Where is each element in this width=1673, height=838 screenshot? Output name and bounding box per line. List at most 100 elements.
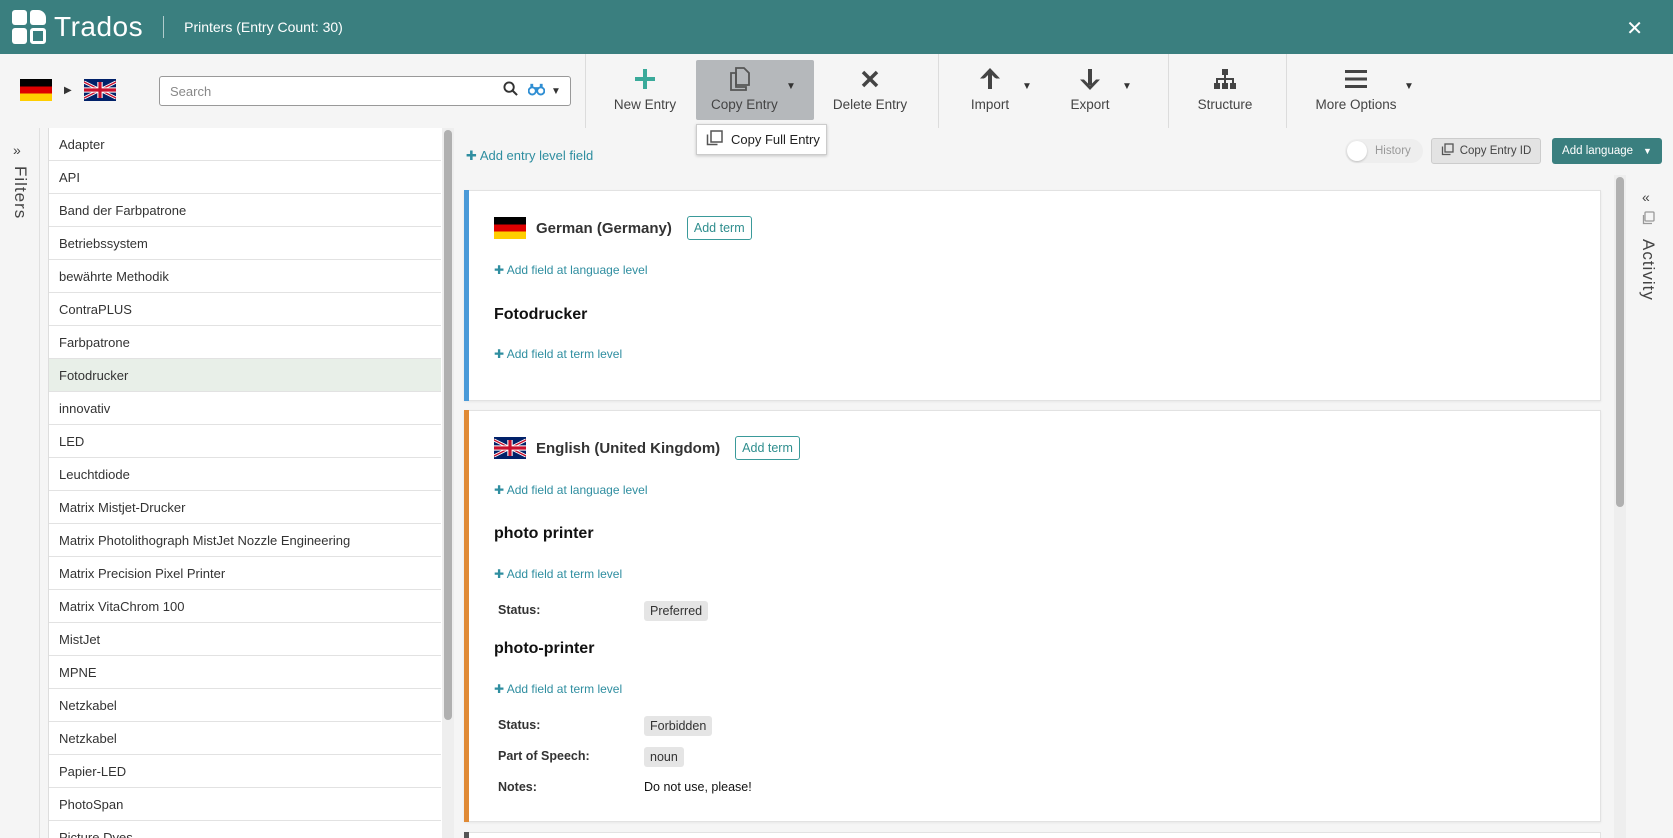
import-caret-icon[interactable]: ▼ [1022,81,1032,92]
binoculars-icon[interactable] [526,83,546,99]
header-divider [163,16,165,38]
delete-entry-button[interactable]: Delete Entry [826,60,914,120]
term-title: Fotodrucker [494,306,588,323]
list-item[interactable]: Picture Dyes [49,821,441,838]
list-item-selected[interactable]: Fotodrucker [49,359,441,392]
status-badge: Forbidden [644,716,713,736]
list-item[interactable]: Band der Farbpatrone [49,194,441,227]
card-accent [464,190,469,401]
copy-entry-id-button[interactable]: Copy Entry ID [1431,138,1541,164]
filters-panel[interactable]: » Filters [0,128,40,838]
notes-label: Notes: [498,780,537,794]
list-item[interactable]: innovativ [49,392,441,425]
list-item[interactable]: MistJet [49,623,441,656]
list-item[interactable]: Matrix VitaChrom 100 [49,590,441,623]
list-item[interactable]: Matrix Photolithograph MistJet Nozzle En… [49,524,441,557]
list-item[interactable]: LED [49,425,441,458]
status-label: Status: [498,603,541,617]
part-of-speech-label: Part of Speech: [498,749,590,763]
add-field-term-level-link[interactable]: ✚ Add field at term level [494,567,622,581]
import-button[interactable]: Import [960,60,1020,120]
list-item[interactable]: Betriebssystem [49,227,441,260]
search-icon[interactable] [500,81,520,101]
new-entry-button[interactable]: New Entry [607,60,683,120]
list-item[interactable]: API [49,161,441,194]
status-badge: Preferred [644,601,709,621]
double-chevron-left-icon[interactable]: « [1642,189,1650,205]
add-entry-level-field-link[interactable]: ✚ Add entry level field [466,148,593,164]
copy-entry-button[interactable]: Copy Entry [696,60,814,120]
search-input[interactable] [170,83,500,99]
filters-label: Filters [11,166,30,220]
app-header: Trados Printers (Entry Count: 30) ✕ [0,0,1673,54]
list-item[interactable]: Matrix Precision Pixel Printer [49,557,441,590]
list-item[interactable]: MPNE [49,656,441,689]
add-field-term-level-link[interactable]: ✚ Add field at term level [494,682,622,696]
uk-flag-icon [83,79,116,101]
import-label: Import [970,97,1010,112]
toolbar-divider [1286,54,1287,128]
link-label: Add field at term level [506,347,623,361]
uk-flag-icon [494,437,526,459]
list-item[interactable]: Adapter [49,128,441,161]
entry-list-scrollbar[interactable] [442,128,454,838]
termbase-title: Printers (Entry Count: 30) [184,19,343,35]
german-flag-icon [20,79,52,101]
english-language-card: English (United Kingdom) Add term ✚ Add … [464,410,1601,822]
plus-icon: ✚ [494,263,505,277]
language-pair-selector[interactable]: ▶ [20,79,116,101]
arrow-down-icon [1079,65,1101,93]
detail-scrollbar[interactable] [1614,175,1626,838]
list-item[interactable]: Papier-LED [49,755,441,788]
copy-entry-caret-icon[interactable]: ▼ [786,81,796,92]
delete-x-icon [861,65,879,93]
activity-panel[interactable]: « Activity [1626,175,1673,838]
search-options-caret-icon[interactable]: ▼ [546,86,566,97]
toolbar-divider [585,54,586,128]
add-entry-level-field-label: Add entry level field [479,148,594,163]
list-item[interactable]: Matrix Mistjet-Drucker [49,491,441,524]
german-flag-icon [494,217,526,239]
arrow-right-icon: ▶ [64,84,72,96]
more-options-button[interactable]: More Options [1308,60,1404,120]
add-term-button[interactable]: Add term [735,436,800,460]
copy-icon [1441,143,1454,159]
close-icon[interactable]: ✕ [1626,16,1643,41]
list-item[interactable]: Netzkabel [49,689,441,722]
history-toggle[interactable]: History [1345,139,1423,163]
add-term-button[interactable]: Add term [686,216,752,240]
scrollbar-thumb[interactable] [444,130,452,720]
add-field-language-level-link[interactable]: ✚ Add field at language level [494,483,648,497]
app-name: Trados [54,11,144,42]
term-title: photo-printer [494,640,595,657]
more-options-caret-icon[interactable]: ▼ [1404,81,1414,92]
plus-icon [634,65,656,93]
part-of-speech-badge: noun [644,747,684,767]
add-language-button[interactable]: Add language ▼ [1552,138,1662,164]
add-language-label: Add language [1562,145,1634,157]
list-item[interactable]: bewährte Methodik [49,260,441,293]
caret-down-icon: ▼ [1643,146,1652,156]
export-button[interactable]: Export [1060,60,1120,120]
list-item[interactable]: PhotoSpan [49,788,441,821]
export-caret-icon[interactable]: ▼ [1122,81,1132,92]
hierarchy-icon [1213,65,1237,93]
new-entry-label: New Entry [613,97,677,112]
arrow-up-icon [979,65,1001,93]
list-item[interactable]: Leuchtdiode [49,458,441,491]
list-item[interactable]: ContraPLUS [49,293,441,326]
double-chevron-right-icon[interactable]: » [13,142,21,158]
more-options-label: More Options [1315,97,1397,112]
add-field-language-level-link[interactable]: ✚ Add field at language level [494,263,648,277]
structure-button[interactable]: Structure [1190,60,1260,120]
toggle-knob [1347,141,1367,161]
plus-icon: ✚ [466,148,477,163]
status-label: Status: [498,718,541,732]
list-item[interactable]: Netzkabel [49,722,441,755]
card-header: German (Germany) Add term [494,216,752,240]
scrollbar-thumb[interactable] [1616,177,1624,507]
toolbar-divider [938,54,939,128]
list-item[interactable]: Farbpatrone [49,326,441,359]
add-field-term-level-link[interactable]: ✚ Add field at term level [494,347,622,361]
toolbar: ▶ ▼ New Entry Copy En [0,54,1673,128]
